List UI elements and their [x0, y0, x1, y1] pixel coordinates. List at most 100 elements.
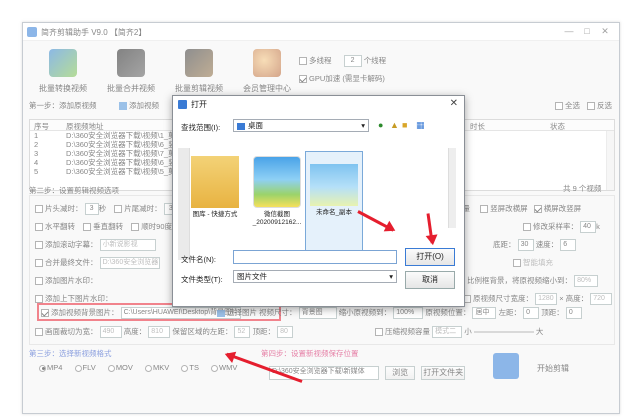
multithread-checkbox[interactable] — [299, 57, 307, 66]
bitrate-checkbox[interactable] — [523, 223, 531, 232]
invert-select[interactable]: 反选 — [587, 100, 612, 111]
speed-input[interactable]: 6 — [560, 239, 577, 252]
gpu-label: GPU加速 (需显卡解码) — [309, 74, 385, 83]
video-count: 共 9 个视频 — [563, 184, 602, 193]
filetype-select[interactable]: 图片文件 ▾ — [233, 270, 397, 283]
gpu-checkbox[interactable] — [299, 75, 307, 84]
title-wm-checkbox[interactable] — [35, 295, 43, 304]
fmt-flv: FLV — [82, 363, 96, 372]
table-scrollbar[interactable] — [606, 131, 614, 190]
radio-flv[interactable] — [74, 364, 82, 372]
radio-mov[interactable] — [107, 364, 115, 372]
smart-fill-checkbox[interactable] — [513, 259, 521, 268]
up-folder-icon[interactable]: ▲ — [390, 120, 399, 130]
minimize-icon[interactable]: — — [563, 26, 575, 36]
add-video-button[interactable]: 添加视频 — [119, 100, 159, 111]
hflip-label: 水平翻转 — [45, 222, 75, 231]
select-all[interactable]: 全选 — [555, 100, 580, 111]
add-video-label: 添加视频 — [129, 101, 159, 110]
new-folder-icon[interactable]: ■ — [402, 120, 407, 130]
view-menu-icon[interactable]: ▦ — [416, 120, 425, 131]
height-input[interactable]: 720 — [590, 293, 613, 306]
keep-top-input[interactable]: 80 — [277, 326, 294, 339]
tool-batch-convert[interactable]: 批量转换视频 — [27, 49, 99, 94]
choose-image-label: 选择图片 — [227, 308, 257, 317]
left-input[interactable]: 0 — [523, 307, 540, 320]
back-icon[interactable]: ● — [378, 120, 383, 130]
multithread-row: 多线程 2 个线程 — [299, 55, 386, 68]
filename-label: 文件名(N): — [181, 255, 216, 264]
ratio-select[interactable]: 80% — [574, 275, 599, 288]
bg-checkbox[interactable] — [41, 309, 49, 318]
vflip-checkbox[interactable] — [83, 223, 92, 232]
crop-width-input[interactable]: 490 — [99, 326, 122, 339]
lookin-value: 桌面 — [248, 121, 263, 130]
filename-input[interactable] — [233, 250, 397, 264]
close-icon[interactable]: ✕ — [599, 26, 611, 37]
keep-left-input[interactable]: 52 — [234, 326, 251, 339]
pos-select[interactable]: 居中 — [472, 307, 497, 320]
invert-checkbox[interactable] — [587, 102, 595, 111]
tail-cut-checkbox[interactable] — [114, 205, 123, 214]
file-item-selected[interactable]: 未命名_副本 — [305, 151, 363, 251]
scissors-icon[interactable] — [493, 353, 519, 379]
compress-checkbox[interactable] — [375, 328, 383, 337]
bitrate-input[interactable]: 40 — [580, 221, 597, 234]
open-folder-button[interactable]: 打开文件夹 — [421, 366, 466, 380]
speed-label: 速度： — [535, 240, 559, 249]
merge-checkbox[interactable] — [35, 259, 43, 268]
crop-height-input[interactable]: 810 — [148, 326, 171, 339]
radio-mp4[interactable] — [39, 364, 46, 372]
hflip-checkbox[interactable] — [35, 223, 43, 232]
radio-wmv[interactable] — [211, 364, 219, 372]
head-cut-input[interactable]: 3 — [84, 203, 99, 216]
frame-select[interactable]: 背景图 — [298, 307, 337, 320]
radio-mkv[interactable] — [145, 364, 152, 372]
open-button[interactable]: 打开(O) — [405, 248, 455, 266]
smart-checkbox[interactable] — [480, 205, 489, 214]
multithread-label: 多线程 — [309, 56, 332, 65]
mode-select[interactable]: 模式二 — [432, 326, 463, 339]
lookin-label: 查找范围(I): — [181, 123, 221, 132]
start-button[interactable]: 开始剪辑 — [537, 363, 569, 374]
dialog-scrollbar[interactable] — [448, 148, 456, 228]
title-bar: 简齐剪辑助手 V9.0 【简齐2】 — □ ✕ — [23, 23, 619, 41]
bottom-input[interactable]: 30 — [517, 239, 534, 252]
crop-height-label: 高度： — [123, 327, 147, 336]
clapper-icon — [185, 49, 213, 77]
select-all-checkbox[interactable] — [555, 102, 563, 111]
lookin-select[interactable]: 桌面 ▾ — [233, 119, 369, 132]
folder-shortcut-icon — [191, 156, 239, 208]
rotate-checkbox[interactable] — [131, 223, 140, 232]
file-item[interactable]: 微信截图_20200912162... — [249, 151, 305, 251]
shrink-select[interactable]: 100% — [393, 307, 424, 320]
head-cut-checkbox[interactable] — [35, 205, 43, 214]
scroll-sub-label: 添加滚动字幕： — [45, 240, 98, 249]
cancel-button[interactable]: 取消 — [405, 271, 455, 289]
pos-label: 原视频位置： — [425, 308, 471, 317]
tool-batch-edit[interactable]: 批量剪辑视频 — [163, 49, 235, 94]
top-input[interactable]: 0 — [565, 307, 582, 320]
scroll-sub-checkbox[interactable] — [35, 241, 43, 250]
merge-path-input[interactable]: D:\360安全浏览器下载 — [99, 257, 160, 270]
file-item[interactable]: 图库 - 快捷方式 — [187, 151, 243, 251]
desktop-icon — [237, 122, 245, 130]
compress-slider[interactable] — [473, 331, 534, 334]
width-input[interactable]: 1280 — [535, 293, 558, 306]
maximize-icon[interactable]: □ — [581, 26, 593, 36]
scroll-sub-input[interactable]: 小新说影视 — [99, 239, 156, 252]
row-path: D:\360安全浏览器下载\视频\6_竖 — [66, 158, 176, 167]
thread-count-input[interactable]: 2 — [343, 55, 362, 68]
browse-button[interactable]: 浏览 — [385, 366, 416, 380]
file-name: 微信截图_20200912162... — [252, 211, 302, 226]
tool-label: 批量转换视频 — [39, 84, 87, 93]
tool-batch-merge[interactable]: 批量合并视频 — [95, 49, 167, 94]
crop-checkbox[interactable] — [35, 328, 43, 337]
hor-checkbox[interactable] — [533, 205, 542, 214]
radio-ts[interactable] — [181, 364, 189, 372]
tool-member-center[interactable]: 会员管理中心 — [231, 49, 303, 94]
img-wm-checkbox[interactable] — [35, 277, 43, 286]
dialog-close-icon[interactable]: ✕ — [450, 98, 458, 109]
choose-image-button[interactable]: 选择图片 — [217, 307, 257, 318]
smart-label: 竖屏改横屏 — [490, 204, 528, 213]
